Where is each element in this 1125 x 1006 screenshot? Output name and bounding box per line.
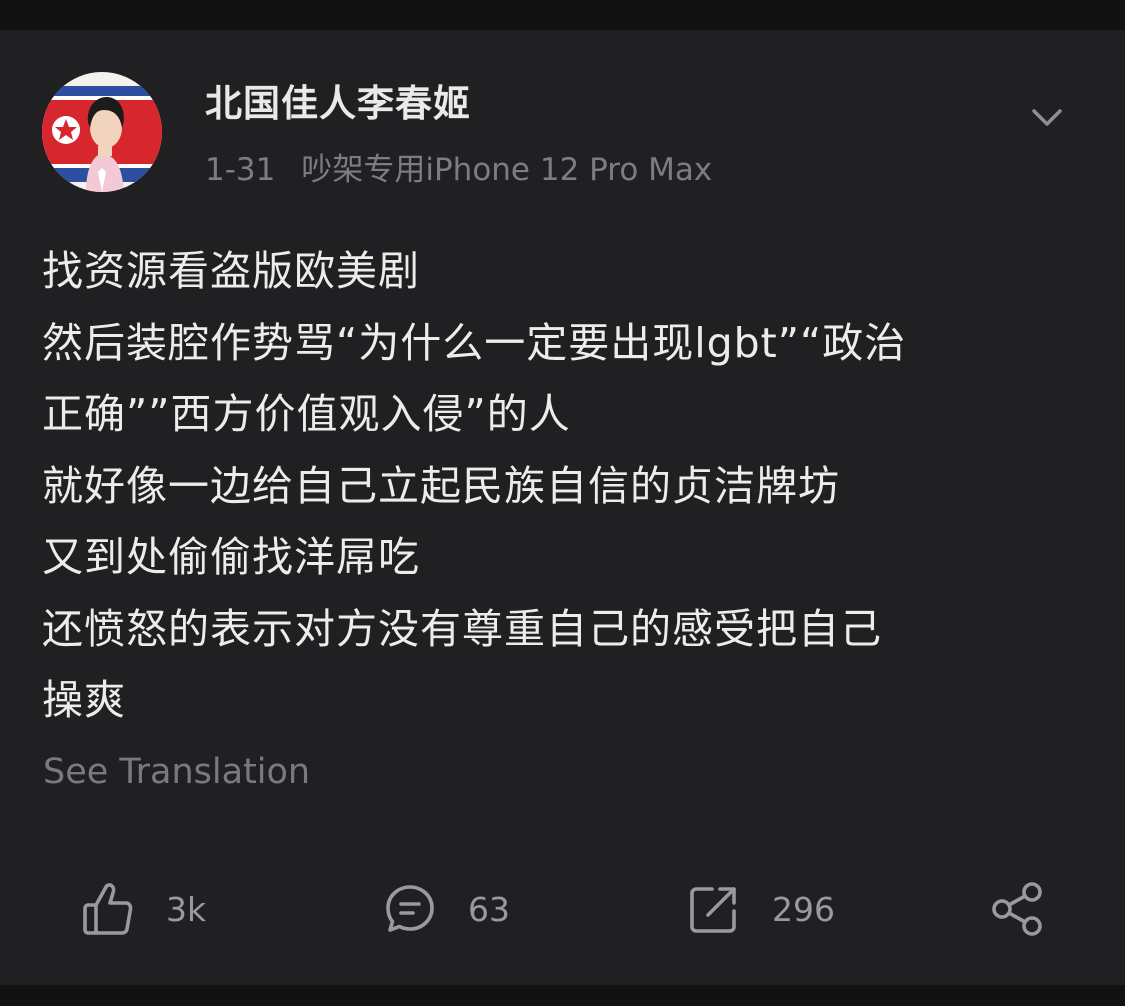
repost-button[interactable]: 296 <box>688 876 835 942</box>
post-line: 还愤怒的表示对方没有尊重自己的感受把自己 <box>42 604 882 653</box>
repost-icon <box>690 887 736 933</box>
post-meta: 1-31 吵架专用iPhone 12 Pro Max <box>205 148 712 192</box>
comment-icon <box>386 885 434 932</box>
chevron-down-icon[interactable] <box>1028 98 1066 136</box>
post-line: 找资源看盗版欧美剧 <box>42 247 420 295</box>
avatar[interactable] <box>42 72 162 192</box>
share-icon <box>992 882 1042 936</box>
avatar-image <box>42 72 162 192</box>
post-line: 操爽 <box>42 676 126 724</box>
thumbs-up-icon <box>83 883 133 935</box>
share-button[interactable] <box>990 876 1044 942</box>
see-translation-link[interactable]: See Translation <box>43 748 310 796</box>
bottom-divider <box>0 985 1125 1006</box>
post-line: 又到处偷偷找洋屌吃 <box>42 533 420 581</box>
post-body: 找资源看盗版欧美剧 然后装腔作势骂“为什么一定要出现lgbt”“政治 正确””西… <box>42 236 1092 737</box>
like-button[interactable]: 3k <box>82 876 206 942</box>
username[interactable]: 北国佳人李春姬 <box>205 80 471 128</box>
post-date: 1-31 <box>205 152 276 188</box>
comment-button[interactable]: 63 <box>384 876 510 942</box>
repost-count: 296 <box>772 889 835 929</box>
post-line: 就好像一边给自己立起民族自信的贞洁牌坊 <box>42 461 840 510</box>
post-line: 正确””西方价值观入侵”的人 <box>42 390 571 438</box>
comment-count: 63 <box>468 889 510 929</box>
post-line: 然后装腔作势骂“为什么一定要出现lgbt”“政治 <box>42 318 907 367</box>
like-count: 3k <box>166 889 207 929</box>
status-bar-area <box>0 0 1125 30</box>
post-source: 吵架专用iPhone 12 Pro Max <box>301 152 713 188</box>
